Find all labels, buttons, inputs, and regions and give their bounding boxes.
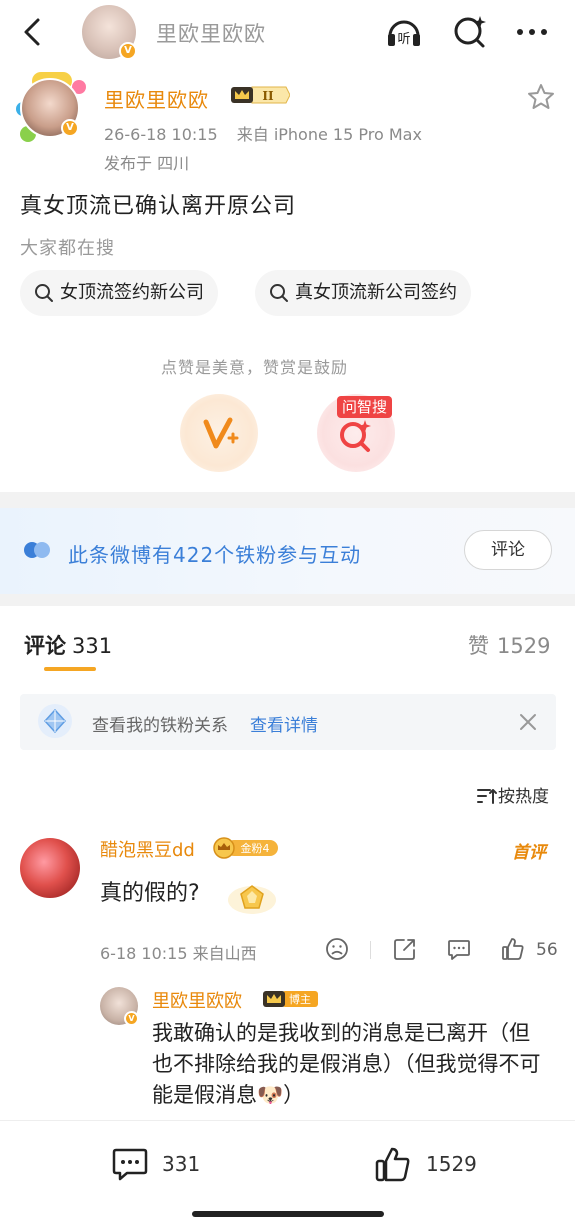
commenter-avatar[interactable]	[20, 838, 80, 898]
ask-search-tag: 问智搜	[337, 396, 393, 418]
sort-by-popularity[interactable]: 按热度	[476, 782, 549, 807]
like-thumb-icon[interactable]	[373, 1144, 413, 1184]
fans-bubble-icon	[24, 542, 50, 558]
reward-button[interactable]	[180, 394, 258, 472]
post-location: 发布于 四川	[104, 154, 190, 173]
blogger-badge: 博主	[263, 991, 318, 1007]
close-icon[interactable]	[516, 710, 540, 734]
search-icon	[270, 284, 288, 302]
dislike-face-icon[interactable]	[324, 936, 350, 962]
reply-author-name[interactable]: 里欧里欧欧	[152, 987, 242, 1013]
first-comment-badge: 首评	[512, 843, 546, 863]
comment-like-count: 56	[536, 940, 558, 960]
svg-text:金粉4: 金粉4	[241, 841, 270, 855]
iron-fan-relation-text: 查看我的铁粉关系	[92, 716, 228, 736]
bottom-like-count: 1529	[426, 1152, 477, 1176]
search-chip[interactable]: 真女顶流新公司签约	[255, 270, 471, 316]
reply-author-avatar[interactable]: V	[100, 987, 139, 1026]
gold-fan-badge: 金粉4	[213, 837, 278, 859]
comment-button[interactable]: 评论	[464, 530, 552, 570]
tab-comments[interactable]: 评论 331	[24, 630, 112, 660]
trending-search-label: 大家都在搜	[20, 238, 115, 259]
post-author-name[interactable]: 里欧里欧欧	[104, 84, 209, 113]
comment-text: 真的假的?	[100, 881, 200, 906]
topbar-username[interactable]: 里欧里欧欧	[156, 18, 266, 48]
reply-text: 我敢确认的是我收到的消息是已离开（但也不排除给我的是假消息）（但我觉得不可能是假…	[152, 1021, 541, 1107]
search-chip-label: 真女顶流新公司签约	[295, 282, 457, 303]
bottom-comment-count: 331	[162, 1152, 201, 1176]
top-navigation-bar: V 里欧里欧欧 听	[0, 0, 575, 64]
reply-comment-icon[interactable]	[446, 936, 472, 962]
active-tab-indicator	[44, 667, 96, 671]
verified-badge: V	[119, 42, 137, 60]
sort-icon	[477, 789, 497, 804]
ask-search-icon[interactable]	[450, 12, 490, 52]
bottom-action-bar	[0, 1120, 575, 1220]
tab-likes-count: 1529	[497, 634, 551, 658]
commenter-name[interactable]: 醋泡黑豆dd	[100, 836, 195, 862]
comment-bubble-icon[interactable]	[110, 1144, 150, 1184]
view-details-link[interactable]: 查看详情	[250, 711, 318, 736]
svg-text:博主: 博主	[289, 993, 311, 1006]
more-icon[interactable]	[512, 12, 552, 52]
iron-fans-text: 此条微博有422个铁粉参与互动	[68, 543, 362, 567]
tab-likes-label: 赞	[468, 634, 489, 658]
home-indicator	[192, 1211, 384, 1217]
share-icon[interactable]	[392, 936, 418, 962]
gold-gem-sticker-icon	[228, 885, 276, 914]
tab-likes[interactable]: 赞 1529	[468, 630, 550, 660]
section-divider	[0, 492, 575, 508]
post-meta: 26-6-18 10:15 来自 iPhone 15 Pro Max	[104, 121, 422, 145]
favorite-star-icon[interactable]	[526, 82, 556, 112]
tab-comments-count: 331	[72, 634, 113, 658]
back-icon[interactable]	[14, 12, 54, 52]
verified-badge: V	[124, 1011, 139, 1026]
author-avatar-small[interactable]: V	[82, 5, 137, 60]
search-chip-label: 女顶流签约新公司	[60, 282, 204, 303]
listen-icon[interactable]: 听	[384, 12, 424, 52]
post-author-avatar[interactable]: V	[16, 72, 88, 144]
svg-text:II: II	[262, 89, 274, 103]
svg-text:听: 听	[397, 32, 410, 47]
post-timestamp: 26-6-18 10:15	[104, 125, 218, 144]
search-chip[interactable]: 女顶流签约新公司	[20, 270, 218, 316]
reward-v-icon	[203, 417, 239, 449]
comment-meta: 6-18 10:15 来自山西	[100, 944, 257, 963]
like-thumb-icon[interactable]	[500, 936, 526, 962]
reward-tip: 点赞是美意，赞赏是鼓励	[160, 358, 348, 377]
vip-crown-badge: II	[231, 86, 290, 104]
diamond-icon	[38, 704, 72, 738]
action-divider	[370, 941, 371, 959]
sort-label: 按热度	[498, 787, 549, 807]
avatar: V	[20, 78, 80, 138]
post-source: 来自 iPhone 15 Pro Max	[236, 125, 422, 144]
tab-comments-label: 评论	[24, 634, 66, 658]
section-divider	[0, 594, 575, 606]
post-content: 真女顶流已确认离开原公司	[20, 194, 297, 219]
search-icon	[35, 284, 53, 302]
verified-badge: V	[61, 119, 79, 137]
